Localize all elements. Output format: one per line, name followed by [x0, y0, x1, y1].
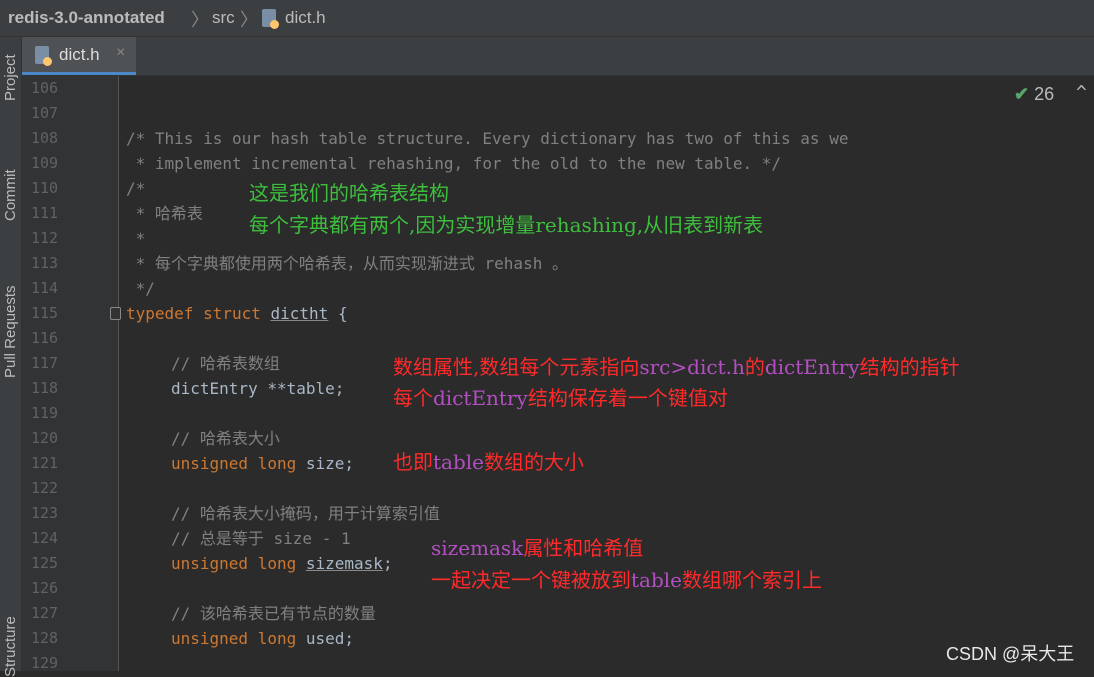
commit-tab-label: Commit	[2, 169, 19, 221]
line-number: 125	[31, 554, 59, 572]
line-number: 113	[31, 254, 59, 272]
code-line[interactable]: // 总是等于 size - 1	[171, 526, 351, 551]
inspection-widget[interactable]: ✔ 26	[1014, 84, 1054, 105]
annotation-code-ref: src>dict.h	[639, 355, 745, 379]
code-line[interactable]: * implement incremental rehashing, for t…	[126, 151, 781, 176]
breadcrumb-folder[interactable]: src	[212, 8, 235, 28]
annotation-text: 属性和哈希值	[523, 536, 644, 560]
code-text: used;	[305, 629, 355, 648]
annotation-text: 数组的大小	[484, 450, 584, 474]
line-number: 122	[31, 479, 59, 497]
code-brace: {	[337, 304, 348, 323]
line-number: 114	[31, 279, 59, 297]
line-number: 117	[31, 354, 59, 372]
line-number: 112	[31, 229, 59, 247]
line-number: 115	[31, 304, 59, 322]
annotation-text: 数组属性,数组每个元素指向	[393, 355, 640, 379]
breadcrumb-file[interactable]: dict.h	[285, 8, 326, 28]
structure-tab-label: Structure	[2, 616, 19, 677]
code-line[interactable]: * 哈希表	[126, 201, 203, 226]
code-line[interactable]: // 哈希表大小	[171, 426, 280, 451]
line-number: 120	[31, 429, 59, 447]
code-line[interactable]: */	[126, 276, 155, 301]
code-line[interactable]: unsigned long used;	[171, 626, 354, 651]
line-number: 129	[31, 654, 59, 672]
csdn-watermark: CSDN @呆大王	[946, 644, 1075, 664]
project-tab-label: Project	[2, 54, 19, 101]
annotation-text: 一起决定一个键被放到	[431, 568, 631, 592]
annotation-sizemask: sizemask属性和哈希值	[431, 534, 643, 562]
code-line[interactable]: *	[126, 226, 146, 251]
line-number: 108	[31, 129, 59, 147]
code-keyword: unsigned long	[171, 554, 297, 573]
tool-window-strip: Project Commit Pull Requests Structure	[0, 37, 22, 677]
code-line[interactable]: typedef struct dictht {	[126, 301, 348, 326]
line-number: 110	[31, 179, 59, 197]
annotation-index: 一起决定一个键被放到table数组哪个索引上	[431, 566, 822, 594]
code-text: size;	[305, 454, 355, 473]
annotation-hash-table: 这是我们的哈希表结构	[249, 181, 449, 205]
chevron-up-icon[interactable]: ^	[1076, 82, 1087, 103]
check-icon: ✔	[1014, 84, 1030, 104]
code-line[interactable]: unsigned long size;	[171, 451, 354, 476]
annotation-text: 也即	[393, 450, 433, 474]
c-header-file-icon	[35, 46, 52, 66]
annotation-size-field: 也即table数组的大小	[393, 448, 584, 476]
line-number: 128	[31, 629, 59, 647]
line-number: 124	[31, 529, 59, 547]
code-line[interactable]: // 该哈希表已有节点的数量	[171, 601, 376, 626]
line-number: 107	[31, 104, 59, 122]
line-number: 111	[31, 204, 59, 222]
annotation-text: 结构的指针	[859, 355, 960, 379]
code-keyword: unsigned long	[171, 629, 297, 648]
code-identifier: sizemask	[305, 554, 383, 573]
breadcrumb-project[interactable]: redis-3.0-annotated	[8, 8, 165, 28]
code-line[interactable]: unsigned long sizemask;	[171, 551, 393, 576]
code-identifier: dictht	[270, 304, 329, 323]
code-line[interactable]: // 哈希表数组	[171, 351, 280, 376]
inspection-count: 26	[1034, 84, 1055, 104]
tab-dict-h[interactable]: dict.h ×	[22, 37, 136, 75]
line-number: 121	[31, 454, 59, 472]
close-icon[interactable]: ×	[116, 44, 125, 62]
annotation-code-ref: dictEntry	[433, 386, 528, 410]
annotation-two-tables: 每个字典都有两个,因为实现增量rehashing,从旧表到新表	[249, 213, 764, 237]
annotation-text: 数组哪个索引上	[682, 568, 822, 592]
tab-label: dict.h	[59, 45, 100, 64]
line-number-gutter: 106 107 108 109 110 111 112 113 114 115 …	[22, 76, 119, 672]
annotation-text: 结构保存着一个键值对	[527, 386, 728, 410]
annotation-code-ref: table	[433, 450, 484, 474]
line-number: 109	[31, 154, 59, 172]
annotation-text: 每个	[393, 386, 433, 410]
code-keyword: unsigned long	[171, 454, 297, 473]
line-number: 127	[31, 604, 59, 622]
code-line[interactable]: // 哈希表大小掩码，用于计算索引值	[171, 501, 440, 526]
code-line[interactable]: dictEntry **table;	[171, 376, 344, 401]
annotation-code-ref: dictEntry	[764, 355, 860, 379]
line-number: 116	[31, 329, 59, 347]
chevron-right-icon: 〉	[191, 10, 209, 30]
pull-requests-tab-label: Pull Requests	[2, 285, 19, 378]
line-number: 119	[31, 404, 59, 422]
editor-tab-bar: dict.h ×	[22, 37, 1094, 76]
line-number: 106	[31, 79, 59, 97]
annotation-text: 的	[744, 355, 765, 379]
annotation-entry-kv: 每个dictEntry结构保存着一个键值对	[393, 384, 728, 412]
line-number: 118	[31, 379, 59, 397]
code-text: ;	[382, 554, 393, 573]
annotation-code-ref: table	[631, 568, 682, 592]
chevron-right-icon: 〉	[240, 10, 258, 30]
annotation-code-ref: sizemask	[431, 536, 524, 560]
code-line[interactable]: /*	[126, 176, 145, 201]
line-number: 123	[31, 504, 59, 522]
annotation-table-field: 数组属性,数组每个元素指向src>dict.h的dictEntry结构的指针	[393, 353, 960, 381]
code-keyword: typedef struct	[126, 304, 261, 323]
line-number: 126	[31, 579, 59, 597]
code-line[interactable]: /* This is our hash table structure. Eve…	[126, 126, 848, 151]
breadcrumb: redis-3.0-annotated 〉 src 〉 dict.h	[0, 0, 1094, 37]
c-header-file-icon	[262, 9, 279, 29]
code-line[interactable]: * 每个字典都使用两个哈希表，从而实现渐进式 rehash 。	[126, 251, 568, 276]
fold-toggle-icon[interactable]	[110, 307, 121, 320]
